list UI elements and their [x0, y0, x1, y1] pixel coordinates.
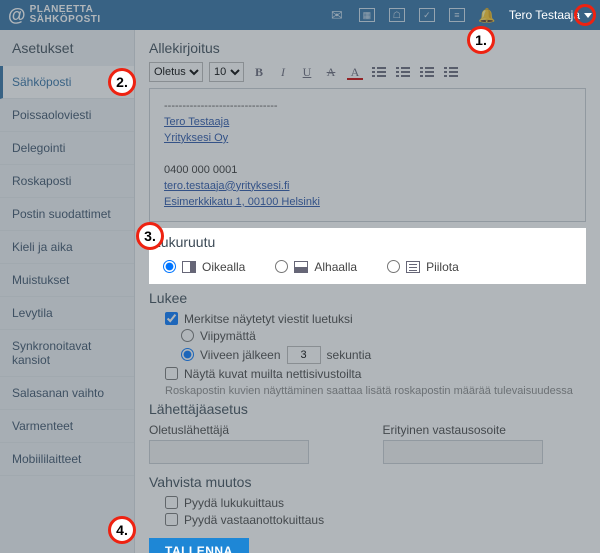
confirm-read-checkbox[interactable] [165, 496, 178, 509]
at-symbol: @ [8, 6, 26, 24]
save-button[interactable]: TALLENNA [149, 538, 249, 553]
layout-hide-icon [406, 261, 420, 273]
user-name: Tero Testaaja [509, 8, 580, 22]
showimages-row[interactable]: Näytä kuvat muilta nettisivustoilta [165, 367, 586, 381]
annotation-1: 1. [467, 26, 495, 54]
signature-company[interactable]: Yrityksesi Oy [164, 132, 228, 144]
readingpane-opt-bottom[interactable]: Alhaalla [275, 260, 357, 274]
indent-icon[interactable] [442, 63, 460, 81]
annotation-ring-1 [574, 4, 596, 26]
markread-checkbox[interactable] [165, 312, 178, 325]
tasks-icon[interactable]: ✓ [419, 8, 435, 22]
sender-replyto-label: Erityinen vastausosoite [383, 423, 587, 437]
signature-name[interactable]: Tero Testaaja [164, 116, 229, 128]
section-confirm-heading: Vahvista muutos [149, 474, 586, 490]
textcolor-icon[interactable]: A [346, 63, 364, 81]
section-sender-heading: Lähettäjäasetus [149, 401, 586, 417]
sidebar-item-varmenteet[interactable]: Varmenteet [0, 410, 134, 443]
layout-bottom-icon [294, 261, 308, 273]
signature-size-select[interactable]: 10 [209, 62, 244, 82]
brand-line2: SÄHKÖPOSTI [30, 15, 101, 25]
showimages-checkbox[interactable] [165, 367, 178, 380]
sidebar-item-kieli-ja-aika[interactable]: Kieli ja aika [0, 231, 134, 264]
readingpane-radio-bottom[interactable] [275, 260, 288, 273]
sender-replyto-input[interactable] [383, 440, 543, 464]
layout-right-icon [182, 261, 196, 273]
underline-icon[interactable]: U [298, 63, 316, 81]
reading-pane-options: Oikealla Alhaalla Piilota [149, 256, 586, 278]
italic-icon[interactable]: I [274, 63, 292, 81]
section-reads-heading: Lukee [149, 290, 586, 306]
brand-logo: @ PLANEETTA SÄHKÖPOSTI [8, 5, 101, 25]
settings-main: Allekirjoitus Oletus 10 B I U A A ------… [135, 30, 600, 553]
header-toolbar: ✉ ▦ ☖ ✓ ≡ 🔔 Tero Testaaja [329, 8, 592, 22]
showimages-hint: Roskapostin kuvien näyttäminen saattaa l… [165, 385, 586, 397]
sidebar-item-poissaoloviesti[interactable]: Poissaoloviesti [0, 99, 134, 132]
sidebar-item-levytila[interactable]: Levytila [0, 297, 134, 330]
settings-sidebar: Asetukset Sähköposti Poissaoloviesti Del… [0, 30, 135, 553]
sidebar-item-mobiililaitteet[interactable]: Mobiililaitteet [0, 443, 134, 476]
app-header: @ PLANEETTA SÄHKÖPOSTI ✉ ▦ ☖ ✓ ≡ 🔔 Tero … [0, 0, 600, 30]
sidebar-item-roskaposti[interactable]: Roskaposti [0, 165, 134, 198]
sidebar-item-delegointi[interactable]: Delegointi [0, 132, 134, 165]
confirm-delivery-checkbox[interactable] [165, 513, 178, 526]
strike-icon[interactable]: A [322, 63, 340, 81]
readingpane-opt-right[interactable]: Oikealla [163, 260, 245, 274]
sidebar-title: Asetukset [0, 30, 134, 66]
sender-default-label: Oletuslähettäjä [149, 423, 353, 437]
section-signature-heading: Allekirjoitus [149, 40, 586, 56]
annotation-4: 4. [108, 516, 136, 544]
section-readingpane-heading: Lukuruutu [149, 234, 586, 250]
markread-radio-delay[interactable] [181, 348, 194, 361]
readingpane-radio-hide[interactable] [387, 260, 400, 273]
sidebar-item-salasanan-vaihto[interactable]: Salasanan vaihto [0, 377, 134, 410]
sidebar-item-muistukset[interactable]: Muistukset [0, 264, 134, 297]
contacts-icon[interactable]: ☖ [389, 8, 405, 22]
bold-icon[interactable]: B [250, 63, 268, 81]
confirm-delivery-row[interactable]: Pyydä vastaanottokuittaus [165, 513, 586, 527]
numbered-list-icon[interactable] [370, 63, 388, 81]
signature-style-select[interactable]: Oletus [149, 62, 203, 82]
markread-immediate[interactable]: Viipymättä [181, 329, 586, 343]
sidebar-item-postin-suodattimet[interactable]: Postin suodattimet [0, 198, 134, 231]
bullet-list-icon[interactable] [394, 63, 412, 81]
page-body: Asetukset Sähköposti Poissaoloviesti Del… [0, 30, 600, 553]
markread-delay-input[interactable] [287, 346, 321, 364]
reading-pane-section: Lukuruutu Oikealla Alhaalla Piilota [149, 228, 586, 284]
calendar-icon[interactable]: ▦ [359, 8, 375, 22]
markread-checkbox-row[interactable]: Merkitse näytetyt viestit luetuksi [165, 312, 586, 326]
markread-delay[interactable]: Viiveen jälkeen sekuntia [181, 346, 586, 364]
signature-phone: 0400 000 0001 [164, 164, 237, 176]
confirm-read-row[interactable]: Pyydä lukukuittaus [165, 496, 586, 510]
list-icon[interactable]: ≡ [449, 8, 465, 22]
signature-email[interactable]: tero.testaaja@yrityksesi.fi [164, 180, 290, 192]
signature-toolbar: Oletus 10 B I U A A [149, 62, 586, 82]
signature-editor[interactable]: ------------------------------- Tero Tes… [149, 88, 586, 222]
signature-dashline: ------------------------------- [164, 99, 571, 115]
readingpane-radio-right[interactable] [163, 260, 176, 273]
annotation-3: 3. [136, 222, 164, 250]
annotation-2: 2. [108, 68, 136, 96]
sidebar-item-synkronoitavat-kansiot[interactable]: Synkronoitavat kansiot [0, 330, 134, 377]
mail-icon[interactable]: ✉ [329, 8, 345, 22]
outdent-icon[interactable] [418, 63, 436, 81]
markread-radio-immediate[interactable] [181, 329, 194, 342]
notification-icon[interactable]: 🔔 [479, 8, 495, 22]
signature-address[interactable]: Esimerkkikatu 1, 00100 Helsinki [164, 196, 320, 208]
readingpane-opt-hide[interactable]: Piilota [387, 260, 459, 274]
sender-default-input[interactable] [149, 440, 309, 464]
